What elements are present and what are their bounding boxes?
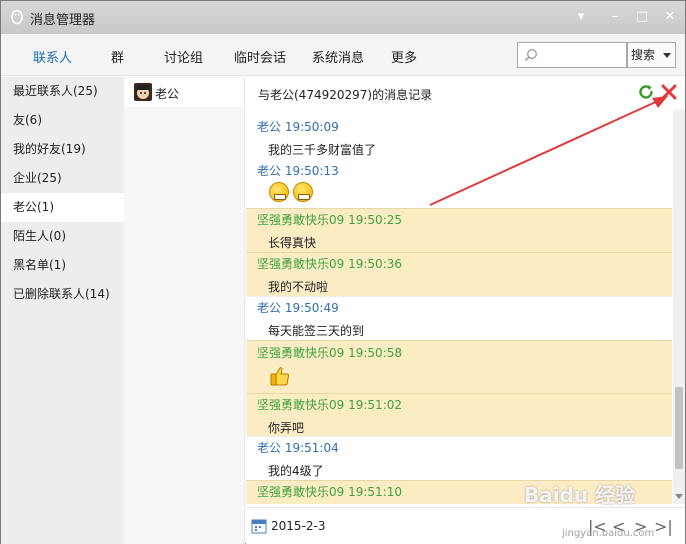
tab-discussion-groups[interactable]: 讨论组 <box>164 47 203 66</box>
message-header: 坚强勇敢快乐09 19:50:25 <box>257 211 402 228</box>
message-sender: 坚强勇敢快乐09 <box>257 485 345 499</box>
message-time: 19:51:02 <box>348 398 403 412</box>
message-time: 19:50:49 <box>284 301 339 315</box>
tab-more[interactable]: 更多 <box>391 47 417 66</box>
search-button-label: 搜索 <box>631 48 656 62</box>
search-icon <box>524 49 537 62</box>
message-header: 老公 19:50:13 <box>257 162 339 179</box>
menu-dropdown-button[interactable]: ▾ <box>571 8 591 26</box>
maximize-button[interactable]: □ <box>632 8 652 26</box>
sidebar-item-enterprise[interactable]: 企业(25) <box>1 164 124 193</box>
minimize-button[interactable]: – <box>605 8 625 26</box>
message-item: 老公 19:50:13 <box>246 159 672 209</box>
message-time: 19:50:58 <box>348 346 403 360</box>
search-input[interactable] <box>517 42 627 68</box>
message-item: 坚强勇敢快乐09 19:50:58 <box>246 340 672 393</box>
tab-groups[interactable]: 群 <box>111 47 124 66</box>
message-text: 我的4级了 <box>268 464 324 478</box>
message-header: 坚强勇敢快乐09 19:50:36 <box>257 255 402 272</box>
message-sender: 老公 <box>257 164 282 178</box>
sidebar-item-recent[interactable]: 最近联系人(25) <box>1 77 124 106</box>
message-item: 坚强勇敢快乐09 19:51:02 你弄吧 <box>246 393 672 436</box>
message-sender: 老公 <box>257 120 282 134</box>
chat-history-panel: 与老公(474920297)的消息记录 老公 19:50:09 我的三千多财富值… <box>246 77 685 544</box>
message-header: 坚强勇敢快乐09 19:51:02 <box>257 396 402 413</box>
tab-system-messages[interactable]: 系统消息 <box>312 47 364 66</box>
message-time: 19:50:25 <box>348 213 403 227</box>
message-scrollbar[interactable] <box>673 109 685 504</box>
message-text: 长得真快 <box>268 236 317 250</box>
grin-emoji-icon <box>269 182 289 202</box>
message-text: 我的不动啦 <box>268 280 329 294</box>
grin-emoji-icon <box>293 182 313 202</box>
message-time: 19:50:13 <box>284 164 339 178</box>
message-list: 老公 19:50:09 我的三千多财富值了 老公 19:50:13 坚强勇敢快乐… <box>246 109 672 504</box>
message-item: 老公 19:51:04 我的4级了 <box>246 436 672 480</box>
message-text: 我的三千多财富值了 <box>268 143 377 157</box>
refresh-icon[interactable] <box>637 83 655 101</box>
message-sender: 老公 <box>257 441 282 455</box>
message-header: 坚强勇敢快乐09 19:50:58 <box>257 344 402 361</box>
message-sender: 老公 <box>257 301 282 315</box>
contact-list: 老公 <box>124 77 245 544</box>
message-manager-window: 消息管理器 ▾ – □ ✕ 联系人 群 讨论组 临时会话 系统消息 更多 搜索 … <box>0 0 686 544</box>
message-sender: 坚强勇敢快乐09 <box>257 346 345 360</box>
scroll-down-arrow-icon[interactable] <box>675 494 683 499</box>
chat-header: 与老公(474920297)的消息记录 <box>246 77 685 109</box>
message-item: 老公 19:50:49 每天能签三天的到 <box>246 296 672 340</box>
tab-contacts[interactable]: 联系人 <box>33 47 72 66</box>
avatar <box>134 83 152 101</box>
sidebar-item-strangers[interactable]: 陌生人(0) <box>1 222 124 251</box>
message-item: 坚强勇敢快乐09 19:50:25 长得真快 <box>246 208 672 252</box>
title-bar[interactable]: 消息管理器 ▾ – □ ✕ <box>1 1 685 34</box>
message-item: 老公 19:50:09 我的三千多财富值了 <box>246 109 672 161</box>
penguin-icon <box>11 9 23 25</box>
message-text: 你弄吧 <box>268 421 305 435</box>
watermark-url: jingyan.baidu.com <box>562 528 655 539</box>
message-header: 老公 19:50:09 <box>257 118 339 135</box>
search-scope-dropdown[interactable]: 搜索 <box>627 42 676 68</box>
chat-title: 与老公(474920297)的消息记录 <box>258 88 433 102</box>
message-time: 19:51:04 <box>284 441 339 455</box>
message-sender: 坚强勇敢快乐09 <box>257 398 345 412</box>
message-time: 19:50:09 <box>284 120 339 134</box>
contact-group-list: 最近联系人(25) 友(6) 我的好友(19) 企业(25) 老公(1) 陌生人… <box>1 77 124 544</box>
scroll-thumb[interactable] <box>675 387 683 469</box>
message-header: 坚强勇敢快乐09 19:51:10 <box>257 483 402 500</box>
sidebar-item-husband[interactable]: 老公(1) <box>1 193 124 222</box>
delete-icon[interactable] <box>660 83 678 101</box>
sidebar-item-blacklist[interactable]: 黑名单(1) <box>1 251 124 280</box>
window-title: 消息管理器 <box>30 13 96 28</box>
message-time: 19:50:36 <box>348 257 403 271</box>
tab-temp-sessions[interactable]: 临时会话 <box>234 47 286 66</box>
category-tabs: 联系人 群 讨论组 临时会话 系统消息 更多 搜索 <box>1 34 685 76</box>
message-sender: 坚强勇敢快乐09 <box>257 257 345 271</box>
date-label[interactable]: 2015-2-3 <box>271 519 325 533</box>
message-header: 老公 19:50:49 <box>257 299 339 316</box>
message-header: 老公 19:51:04 <box>257 439 339 456</box>
chevron-down-icon <box>663 53 671 58</box>
sidebar-item-friends[interactable]: 友(6) <box>1 106 124 135</box>
contact-name: 老公 <box>155 87 180 101</box>
sidebar-item-my-friends[interactable]: 我的好友(19) <box>1 135 124 164</box>
close-button[interactable]: ✕ <box>660 8 680 26</box>
thumbs-up-icon <box>270 367 290 386</box>
sidebar-item-deleted[interactable]: 已删除联系人(14) <box>1 280 124 309</box>
message-sender: 坚强勇敢快乐09 <box>257 213 345 227</box>
message-item: 坚强勇敢快乐09 19:50:36 我的不动啦 <box>246 252 672 296</box>
last-page-icon[interactable]: >| <box>654 517 673 536</box>
message-time: 19:51:10 <box>348 485 403 499</box>
watermark-logo: Baidu 经验 <box>524 483 636 507</box>
calendar-icon[interactable] <box>251 518 267 534</box>
list-item[interactable]: 老公 <box>124 79 244 107</box>
message-text: 每天能签三天的到 <box>268 324 365 338</box>
